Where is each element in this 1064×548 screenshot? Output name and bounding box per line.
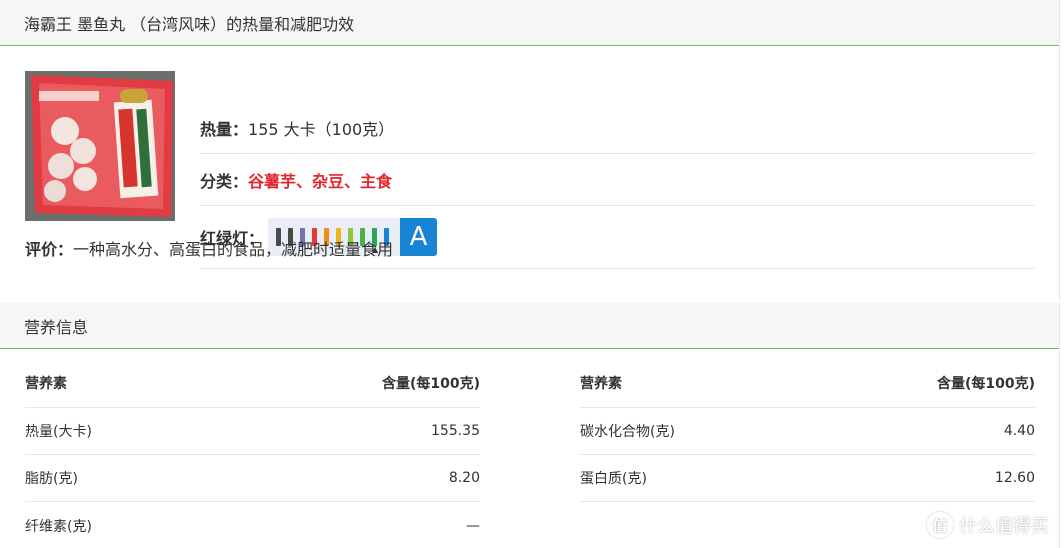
calories-row: 热量： 155 大卡（100克）	[200, 102, 1035, 154]
nutrition-table-right: 营养素 含量(每100克) 碳水化合物(克) 4.40 蛋白质(克) 12.60	[580, 359, 1035, 502]
header-nutrient: 营养素	[580, 376, 622, 392]
nutrient-name: 纤维素(克)	[25, 518, 92, 535]
food-title-header: 海霸王 墨鱼丸 （台湾风味）的热量和减肥功效	[0, 0, 1059, 46]
calories-value: 155 大卡（100克）	[248, 119, 395, 139]
table-header: 营养素 含量(每100克)	[580, 359, 1035, 408]
table-row: 热量(大卡) 155.35	[25, 408, 480, 455]
table-row: 碳水化合物(克) 4.40	[580, 408, 1035, 455]
category-label: 分类：	[200, 171, 249, 191]
comment-row: 评价：一种高水分、高蛋白的食品，减肥时适量食用	[25, 236, 393, 260]
watermark-text: 什么值得买	[959, 516, 1049, 537]
nutrient-value: 8.20	[448, 470, 480, 486]
nutrition-table-left: 营养素 含量(每100克) 热量(大卡) 155.35 脂肪(克) 8.20 纤…	[25, 359, 480, 548]
site-watermark: 值 什么值得买	[927, 512, 1049, 538]
food-photo	[25, 71, 175, 221]
nutrient-name: 脂肪(克)	[25, 471, 78, 487]
nutrient-name: 碳水化合物(克)	[580, 424, 675, 440]
food-title: 海霸王 墨鱼丸 （台湾风味）的热量和减肥功效	[24, 14, 355, 34]
header-amount: 含量(每100克)	[936, 376, 1035, 392]
traffic-light-grade: A	[400, 218, 438, 256]
nutrient-name: 热量(大卡)	[25, 424, 92, 440]
food-info-card: 海霸王 墨鱼丸 （台湾风味）的热量和减肥功效 热量： 155 大卡（100克） …	[0, 0, 1060, 300]
nutrient-value: —	[466, 517, 480, 534]
watermark-logo-icon: 值	[927, 512, 953, 538]
nutrient-value: 155.35	[431, 423, 480, 439]
category-value[interactable]: 谷薯芋、杂豆、主食	[248, 168, 392, 192]
nutrient-value: 12.60	[994, 470, 1035, 486]
header-amount: 含量(每100克)	[381, 376, 480, 392]
food-package-image	[25, 71, 175, 221]
nutrition-title: 营养信息	[24, 317, 89, 337]
comment-label: 评价：	[25, 240, 74, 259]
nutrition-card: 营养信息 营养素 含量(每100克) 热量(大卡) 155.35 脂肪(克) 8…	[0, 303, 1060, 548]
table-row: 脂肪(克) 8.20	[25, 455, 480, 502]
category-row: 分类： 谷薯芋、杂豆、主食	[200, 154, 1035, 206]
nutrition-title-header: 营养信息	[0, 303, 1059, 349]
table-row: 纤维素(克) —	[25, 502, 480, 548]
comment-value: 一种高水分、高蛋白的食品，减肥时适量食用	[73, 240, 394, 259]
table-row: 蛋白质(克) 12.60	[580, 455, 1035, 502]
nutrient-name: 蛋白质(克)	[580, 471, 647, 487]
table-header: 营养素 含量(每100克)	[25, 359, 480, 408]
header-nutrient: 营养素	[25, 376, 67, 392]
calories-label: 热量：	[200, 119, 249, 139]
nutrient-value: 4.40	[1003, 423, 1035, 439]
